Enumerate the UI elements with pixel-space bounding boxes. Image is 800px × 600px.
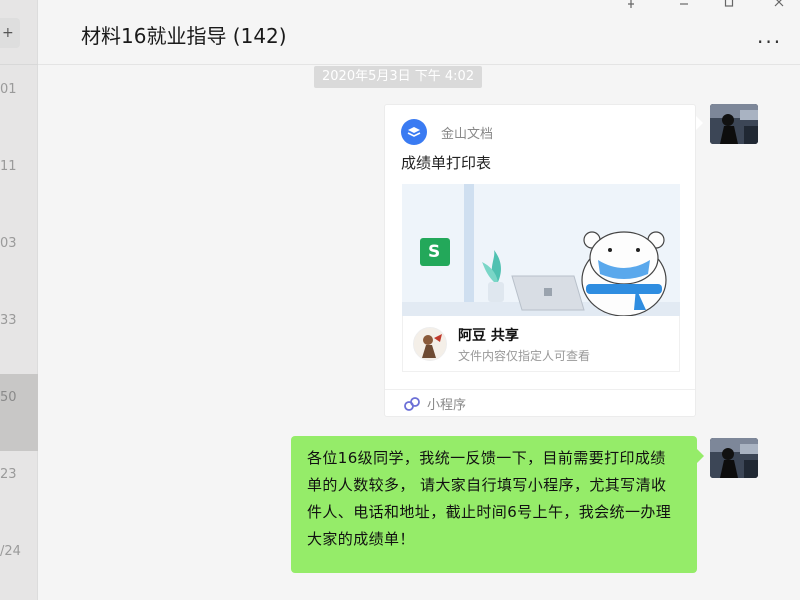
chat-list-time: 03 bbox=[0, 236, 17, 251]
message-timestamp: 2020年5月3日 下午 4:02 bbox=[314, 66, 483, 88]
chat-list-item[interactable]: 03 bbox=[0, 220, 38, 297]
chat-list-item[interactable]: /24 bbox=[0, 528, 38, 600]
card-cover-image: S bbox=[402, 184, 680, 316]
minimize-icon[interactable] bbox=[674, 0, 694, 12]
card-pointer bbox=[696, 116, 703, 130]
chat-list-time: 33 bbox=[0, 313, 17, 328]
chat-list-time: 01 bbox=[0, 82, 17, 97]
maximize-icon[interactable] bbox=[719, 0, 739, 12]
card-footer: 小程序 bbox=[403, 394, 466, 413]
add-chat-button[interactable]: + bbox=[0, 18, 20, 48]
chat-list-time: 50 bbox=[0, 390, 17, 405]
kingsoft-docs-icon bbox=[401, 119, 427, 145]
share-permission-note: 文件内容仅指定人可查看 bbox=[458, 349, 591, 363]
message-bubble[interactable]: 各位16级同学，我统一反馈一下，目前需要打印成绩单的人数较多， 请大家自行填写小… bbox=[291, 436, 697, 573]
mini-program-card[interactable]: 金山文档 成绩单打印表 S 阿豆 共享 文件内容仅指定人可查看 小程序 bbox=[384, 104, 696, 417]
sharer-avatar bbox=[413, 327, 447, 361]
header-divider bbox=[38, 64, 800, 65]
card-app-header: 金山文档 bbox=[401, 119, 493, 145]
close-icon[interactable] bbox=[769, 0, 789, 12]
card-divider bbox=[385, 389, 695, 390]
card-title: 成绩单打印表 bbox=[401, 154, 492, 172]
avatar[interactable] bbox=[710, 104, 758, 144]
chat-list-item[interactable]: 01 bbox=[0, 66, 38, 143]
pin-icon[interactable] bbox=[621, 0, 641, 12]
avatar[interactable] bbox=[710, 438, 758, 478]
mini-program-icon bbox=[403, 396, 421, 412]
chat-list-time: 11 bbox=[0, 159, 17, 174]
chat-title: 材料16就业指导 (142) bbox=[81, 24, 287, 48]
mini-program-label: 小程序 bbox=[427, 398, 467, 413]
doc-badge-label: S bbox=[428, 242, 441, 262]
chat-list-item-active[interactable]: 50 bbox=[0, 374, 38, 451]
share-info: 阿豆 共享 文件内容仅指定人可查看 bbox=[402, 316, 680, 372]
chat-list-panel: + 01 11 03 33 50 23 /24 bbox=[0, 0, 38, 600]
chat-list-item[interactable]: 33 bbox=[0, 297, 38, 374]
more-options-button[interactable]: ... bbox=[757, 24, 782, 48]
chat-list-item[interactable]: 11 bbox=[0, 143, 38, 220]
chat-list-item[interactable]: 23 bbox=[0, 451, 38, 528]
chat-main-panel: 材料16就业指导 (142) ... 2020年5月3日 下午 4:02 金山文… bbox=[38, 0, 800, 600]
card-app-name: 金山文档 bbox=[441, 126, 494, 142]
bubble-pointer bbox=[697, 449, 704, 463]
divider bbox=[0, 64, 38, 65]
chat-list-time: /24 bbox=[0, 544, 21, 559]
chat-list-time: 23 bbox=[0, 467, 17, 482]
sharer-name: 阿豆 共享 bbox=[458, 328, 519, 344]
